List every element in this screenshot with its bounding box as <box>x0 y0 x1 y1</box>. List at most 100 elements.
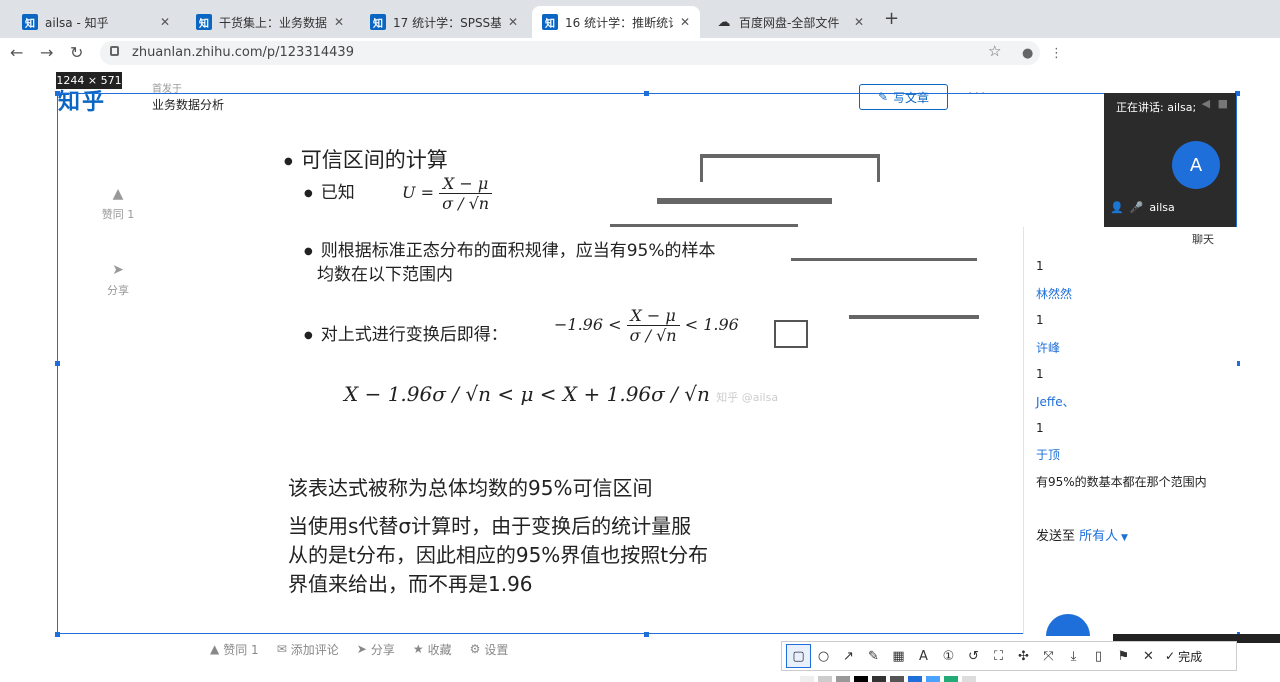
tab-title: 16 统计学：推断统计 <box>565 15 673 30</box>
comment-icon: ✉ <box>276 642 287 656</box>
close-icon[interactable]: ✕ <box>854 15 864 29</box>
resize-handle[interactable] <box>55 91 60 96</box>
speaking-panel: 正在讲话: ailsa; ◀ ■ A 👤 🎤 ailsa <box>1104 93 1236 227</box>
mic-icon: 🎤 <box>1129 201 1144 214</box>
tab-spss[interactable]: 知 17 统计学：SPSS基础 ✕ <box>360 6 528 38</box>
color-swatch[interactable] <box>854 676 868 682</box>
close-icon[interactable]: ✕ <box>160 15 170 29</box>
menu-icon[interactable]: ⋮ <box>1050 46 1063 61</box>
chat-message: 有95%的数基本都在那个范围内 <box>1036 475 1207 489</box>
color-swatch[interactable] <box>944 676 958 682</box>
window-controls-icon[interactable]: ◀ ■ <box>1202 97 1230 110</box>
user-icon: 👤 <box>1110 201 1124 214</box>
color-swatch[interactable] <box>908 676 922 682</box>
resize-handle[interactable] <box>644 632 649 637</box>
color-swatch[interactable] <box>962 676 976 682</box>
finish-button[interactable]: ✓ 完成 <box>1165 648 1202 665</box>
tab-ailsa[interactable]: 知 ailsa - 知乎 ✕ <box>12 6 180 38</box>
zhihu-favicon-icon: 知 <box>22 14 38 30</box>
zhihu-favicon-icon: 知 <box>542 14 558 30</box>
tab-data-analysis[interactable]: 知 干货集上：业务数据分 ✕ <box>186 6 354 38</box>
action-favorite[interactable]: ★ 收藏 <box>413 641 452 658</box>
browser-toolbar: ← → ↻ zhuanlan.zhihu.com/p/123314439 ☆ ●… <box>0 38 1280 68</box>
action-label: 赞同 1 <box>223 642 259 657</box>
color-swatch[interactable] <box>800 676 814 682</box>
url-text: zhuanlan.zhihu.com/p/123314439 <box>132 45 354 60</box>
chevron-down-icon: ▼ <box>1118 533 1128 543</box>
cloud-icon: ☁ <box>717 14 731 30</box>
color-swatch[interactable] <box>890 676 904 682</box>
speaking-label: 正在讲话: ailsa; <box>1116 101 1197 114</box>
close-icon[interactable]: ✕ <box>680 15 690 29</box>
back-icon[interactable]: ← <box>10 43 23 62</box>
reload-icon[interactable]: ↻ <box>70 43 83 62</box>
resize-handle[interactable] <box>55 361 60 366</box>
color-palette <box>800 676 976 682</box>
download-icon[interactable]: ⤓ <box>1061 644 1086 668</box>
action-settings[interactable]: ⚙ 设置 <box>470 641 509 658</box>
profile-icon[interactable]: ● <box>1022 46 1033 61</box>
send-to-target[interactable]: 所有人 <box>1079 529 1118 544</box>
thumb-icon: ▲ <box>210 642 220 656</box>
color-swatch[interactable] <box>872 676 886 682</box>
action-label: 添加评论 <box>290 642 339 657</box>
color-swatch[interactable] <box>836 676 850 682</box>
snip-toolbar: ▢ ○ ↗ ✎ ▦ A ① ↺ ⛶ ✣ ⤧ ⤓ ▯ ⚑ ✕ ✓ 完成 <box>781 641 1237 671</box>
share-icon: ➤ <box>356 642 367 656</box>
color-swatch[interactable] <box>926 676 940 682</box>
rect-icon[interactable]: ▢ <box>786 644 811 668</box>
selection-dimensions: 1244 × 571 <box>56 72 122 89</box>
mosaic-icon[interactable]: ▦ <box>886 644 911 668</box>
chat-sender[interactable]: 于顶 <box>1036 446 1060 463</box>
lock-icon <box>110 46 119 56</box>
undo-icon[interactable]: ↺ <box>961 644 986 668</box>
send-to-row[interactable]: 发送至 所有人 ▼ <box>1036 525 1128 544</box>
resize-handle[interactable] <box>644 91 649 96</box>
star-icon: ★ <box>412 642 424 656</box>
action-label: 分享 <box>370 642 395 657</box>
chat-message: 1 <box>1036 313 1044 327</box>
send-to-label: 发送至 <box>1036 529 1076 544</box>
crop-icon[interactable]: ⛶ <box>986 644 1011 668</box>
article-actions: ▲ 赞同 1 ✉ 添加评论 ➤ 分享 ★ 收藏 ⚙ 设置 <box>210 638 610 660</box>
ellipse-icon[interactable]: ○ <box>811 644 836 668</box>
action-label: 设置 <box>484 642 509 657</box>
resize-handle[interactable] <box>55 632 60 637</box>
arrow-icon[interactable]: ↗ <box>836 644 861 668</box>
close-icon[interactable]: ✕ <box>508 15 518 29</box>
pin-icon[interactable]: ✣ <box>1011 644 1036 668</box>
tab-inference[interactable]: 知 16 统计学：推断统计 ✕ <box>532 6 700 38</box>
address-bar[interactable]: zhuanlan.zhihu.com/p/123314439 <box>100 41 1040 65</box>
action-label: 收藏 <box>427 642 452 657</box>
tab-baidu-pan[interactable]: ☁ 百度网盘-全部文件 ✕ <box>706 6 874 38</box>
zhihu-favicon-icon: 知 <box>196 14 212 30</box>
chat-message: 1 <box>1036 367 1044 381</box>
chat-message: 1 <box>1036 421 1044 435</box>
action-upvote[interactable]: ▲ 赞同 1 <box>210 641 259 658</box>
tab-title: 百度网盘-全部文件 <box>739 15 840 30</box>
chat-message: 1 <box>1036 259 1044 273</box>
device-icon[interactable]: ▯ <box>1086 644 1111 668</box>
close-icon[interactable]: ✕ <box>1136 644 1161 668</box>
pin2-icon[interactable]: ⤧ <box>1036 644 1061 668</box>
new-tab-button[interactable]: + <box>884 8 899 29</box>
check-icon: ✓ <box>1165 649 1176 663</box>
avatar[interactable]: A <box>1172 141 1220 189</box>
forward-icon[interactable]: → <box>40 43 53 62</box>
color-swatch[interactable] <box>818 676 832 682</box>
pen-icon[interactable]: ✎ <box>861 644 886 668</box>
text-icon[interactable]: A <box>911 644 936 668</box>
action-comment[interactable]: ✉ 添加评论 <box>277 641 339 658</box>
number-icon[interactable]: ① <box>936 644 961 668</box>
chat-sender[interactable]: 许峰 <box>1036 339 1060 356</box>
chat-sender[interactable]: Jeffe、 <box>1036 393 1075 410</box>
gear-icon: ⚙ <box>469 642 481 656</box>
chat-sender[interactable]: 林然然 <box>1036 285 1072 302</box>
action-share[interactable]: ➤ 分享 <box>357 641 395 658</box>
bookmark-star-icon[interactable]: ☆ <box>988 42 1001 60</box>
tab-title: ailsa - 知乎 <box>45 15 109 30</box>
tab-title: 干货集上：业务数据分 <box>219 15 327 30</box>
tab-title: 17 统计学：SPSS基础 <box>393 15 501 30</box>
close-icon[interactable]: ✕ <box>334 15 344 29</box>
save-icon[interactable]: ⚑ <box>1111 644 1136 668</box>
